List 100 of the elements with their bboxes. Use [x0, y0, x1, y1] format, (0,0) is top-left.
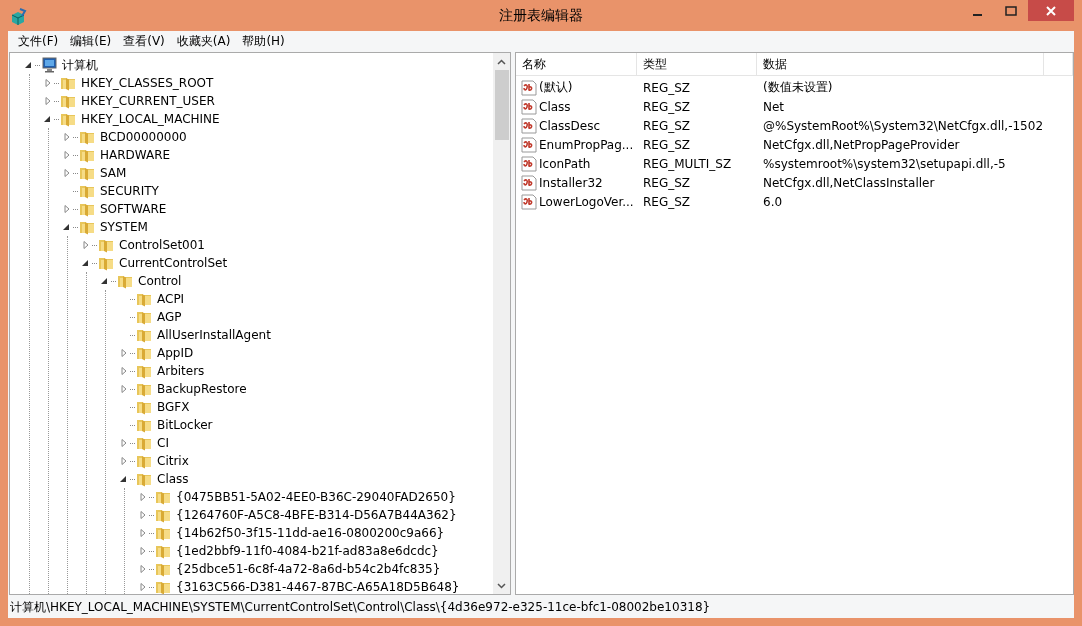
menu-item[interactable]: 文件(F) [12, 33, 65, 50]
expanded-arrow-icon[interactable] [81, 258, 91, 268]
value-type: REG_SZ [642, 194, 692, 209]
minimize-icon [972, 13, 982, 16]
collapsed-arrow-icon[interactable] [81, 240, 91, 250]
tree-item[interactable]: {25dbce51-6c8f-4a72-8a6d-b54c2b4fc835} [174, 561, 443, 577]
menu-item[interactable]: 收藏夹(A) [170, 33, 237, 50]
tree-item[interactable]: CI [155, 435, 171, 451]
collapsed-arrow-icon[interactable] [119, 384, 129, 394]
tree-item[interactable]: BGFX [155, 399, 192, 415]
value-data: %systemroot%\system32\setupapi.dll,-5 [762, 156, 1007, 171]
value-name: EnumPropPag... [538, 137, 634, 152]
value-name: Class [538, 99, 571, 114]
value-type: REG_MULTI_SZ [642, 156, 733, 171]
menu-item[interactable]: 查看(V) [117, 33, 171, 50]
folder-icon [60, 111, 76, 127]
scrollbar-thumb[interactable] [494, 70, 509, 140]
app-icon [10, 6, 28, 25]
collapsed-arrow-icon[interactable] [138, 546, 148, 556]
tree-item[interactable]: HKEY_CLASSES_ROOT [79, 75, 216, 91]
computer-icon [41, 57, 57, 73]
tree-item[interactable]: SYSTEM [98, 219, 150, 235]
tree-item[interactable]: ControlSet001 [117, 237, 207, 253]
folder-icon [136, 417, 152, 433]
collapsed-arrow-icon[interactable] [62, 204, 72, 214]
tree-item[interactable]: CurrentControlSet [117, 255, 230, 271]
value-type: REG_SZ [642, 80, 692, 95]
tree-item[interactable]: Citrix [155, 453, 191, 469]
tree-item[interactable]: BitLocker [155, 417, 215, 433]
string-value-icon [521, 174, 537, 191]
tree-item[interactable]: Control [136, 273, 184, 289]
tree-item[interactable]: ACPI [155, 291, 187, 307]
tree-item[interactable]: SECURITY [98, 183, 161, 199]
folder-icon [98, 255, 114, 271]
collapsed-arrow-icon[interactable] [119, 456, 129, 466]
collapsed-arrow-icon[interactable] [138, 492, 148, 502]
expanded-arrow-icon[interactable] [24, 60, 34, 70]
value-name: IconPath [538, 156, 591, 171]
value-type: REG_SZ [642, 118, 692, 133]
maximize-icon [1005, 5, 1017, 16]
tree-item[interactable]: BackupRestore [155, 381, 249, 397]
scroll-down-icon [497, 582, 506, 589]
tree-item[interactable]: BCD00000000 [98, 129, 189, 145]
string-value-icon [521, 193, 537, 210]
tree-item[interactable]: {0475BB51-5A02-4EE0-B36C-29040FAD2650} [174, 489, 458, 505]
collapsed-arrow-icon[interactable] [138, 528, 148, 538]
expanded-arrow-icon[interactable] [62, 222, 72, 232]
expanded-arrow-icon[interactable] [43, 114, 53, 124]
collapsed-arrow-icon[interactable] [62, 150, 72, 160]
collapsed-arrow-icon[interactable] [138, 564, 148, 574]
tree-item[interactable]: SAM [98, 165, 129, 181]
folder-icon [79, 165, 95, 181]
value-data: 6.0 [762, 194, 784, 209]
tree-item[interactable]: {3163C566-D381-4467-87BC-A65A18D5B648} [174, 579, 462, 594]
folder-icon [136, 435, 152, 451]
string-value-icon [521, 79, 537, 96]
folder-icon [155, 561, 171, 577]
collapsed-arrow-icon[interactable] [119, 438, 129, 448]
menu-item[interactable]: 编辑(E) [64, 33, 118, 50]
value-data: NetCfgx.dll,NetClassInstaller [762, 175, 936, 190]
expanded-arrow-icon[interactable] [100, 276, 110, 286]
folder-icon [136, 327, 152, 343]
collapsed-arrow-icon[interactable] [62, 132, 72, 142]
tree-item[interactable]: Arbiters [155, 363, 207, 379]
collapsed-arrow-icon[interactable] [138, 510, 148, 520]
expanded-arrow-icon[interactable] [119, 474, 129, 484]
tree-item[interactable]: AppID [155, 345, 196, 361]
string-value-icon [521, 136, 537, 153]
status-bar-path: 计算机\HKEY_LOCAL_MACHINE\SYSTEM\CurrentControlSet\Control\Class\{4d36e972-e325-11ce-bfc1-08002be10318} [9, 599, 712, 616]
scrollbar[interactable] [493, 53, 510, 594]
string-value-icon [521, 117, 537, 134]
menu-item[interactable]: 帮助(H) [236, 33, 291, 50]
collapsed-arrow-icon[interactable] [43, 96, 53, 106]
folder-icon [155, 525, 171, 541]
tree-item[interactable]: AGP [155, 309, 184, 325]
folder-icon [79, 219, 95, 235]
tree-item[interactable]: {14b62f50-3f15-11dd-ae16-0800200c9a66} [174, 525, 447, 541]
collapsed-arrow-icon[interactable] [119, 366, 129, 376]
collapsed-arrow-icon[interactable] [62, 168, 72, 178]
collapsed-arrow-icon[interactable] [43, 78, 53, 88]
tree-item[interactable]: AllUserInstallAgent [155, 327, 273, 343]
folder-icon [136, 309, 152, 325]
folder-icon [155, 579, 171, 594]
tree-item[interactable]: HKEY_CURRENT_USER [79, 93, 217, 109]
close-button[interactable] [1028, 0, 1074, 21]
tree-item[interactable]: {1264760F-A5C8-4BFE-B314-D56A7B44A362} [174, 507, 459, 523]
tree-item[interactable]: SOFTWARE [98, 201, 169, 217]
value-name: Installer32 [538, 175, 603, 190]
tree-item[interactable]: HARDWARE [98, 147, 173, 163]
folder-icon [136, 291, 152, 307]
collapsed-arrow-icon[interactable] [119, 348, 129, 358]
collapsed-arrow-icon[interactable] [138, 582, 148, 592]
close-icon [1045, 4, 1057, 17]
tree-item[interactable]: {1ed2bbf9-11f0-4084-b21f-ad83a8e6dcdc} [174, 543, 441, 559]
tree-item[interactable]: Class [155, 471, 191, 487]
value-data: (数值未设置) [762, 79, 834, 96]
tree-item[interactable]: 计算机 [60, 55, 100, 75]
tree-item[interactable]: HKEY_LOCAL_MACHINE [79, 111, 222, 127]
folder-icon [60, 75, 76, 91]
folder-icon [136, 363, 152, 379]
